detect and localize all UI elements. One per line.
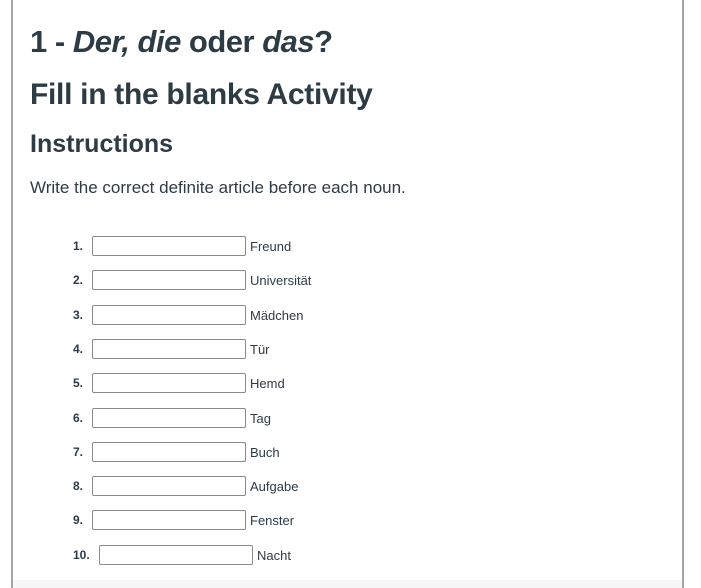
item-number: 4.	[73, 342, 84, 356]
title-das: das	[262, 24, 315, 59]
article-input[interactable]	[92, 373, 246, 393]
title-oder: oder	[180, 24, 263, 59]
noun-label: Hemd	[250, 376, 285, 391]
page-title: 1 - Der, die oder das?	[30, 24, 333, 60]
item-number: 5.	[73, 376, 84, 390]
article-input[interactable]	[92, 270, 246, 290]
item-number: 7.	[73, 445, 84, 459]
instructions-text: Write the correct definite article befor…	[30, 178, 406, 197]
article-input[interactable]	[92, 442, 246, 462]
noun-label: Tag	[250, 411, 271, 426]
noun-label: Fenster	[250, 513, 295, 528]
item-number: 6.	[73, 411, 84, 425]
item-number: 10.	[73, 548, 90, 562]
article-input[interactable]	[92, 236, 246, 256]
noun-label: Mädchen	[250, 308, 304, 323]
article-input[interactable]	[92, 408, 246, 428]
title-question-mark: ?	[314, 24, 333, 59]
item-number: 2.	[73, 273, 84, 287]
noun-label: Aufgabe	[250, 479, 299, 494]
article-input[interactable]	[99, 545, 253, 565]
noun-label: Tür	[250, 342, 270, 357]
title-articles: Der, die	[72, 24, 182, 59]
instructions-heading: Instructions	[30, 130, 174, 158]
activity-subtitle: Fill in the blanks Activity	[30, 78, 373, 111]
article-input[interactable]	[92, 476, 246, 496]
noun-label: Universität	[250, 273, 312, 288]
item-number: 9.	[73, 513, 84, 527]
title-number: 1	[30, 24, 47, 59]
article-input[interactable]	[92, 510, 246, 530]
activity-page: 1 - Der, die oder das? Fill in the blank…	[11, 0, 684, 588]
noun-label: Nacht	[257, 548, 291, 563]
item-number: 1.	[73, 239, 84, 253]
article-input[interactable]	[92, 339, 246, 359]
noun-label: Buch	[250, 445, 280, 460]
item-number: 3.	[73, 308, 84, 322]
item-number: 8.	[73, 479, 84, 493]
noun-label: Freund	[250, 239, 292, 254]
article-input[interactable]	[92, 305, 246, 325]
title-separator: -	[46, 24, 73, 59]
page-bottom-edge	[13, 580, 682, 588]
